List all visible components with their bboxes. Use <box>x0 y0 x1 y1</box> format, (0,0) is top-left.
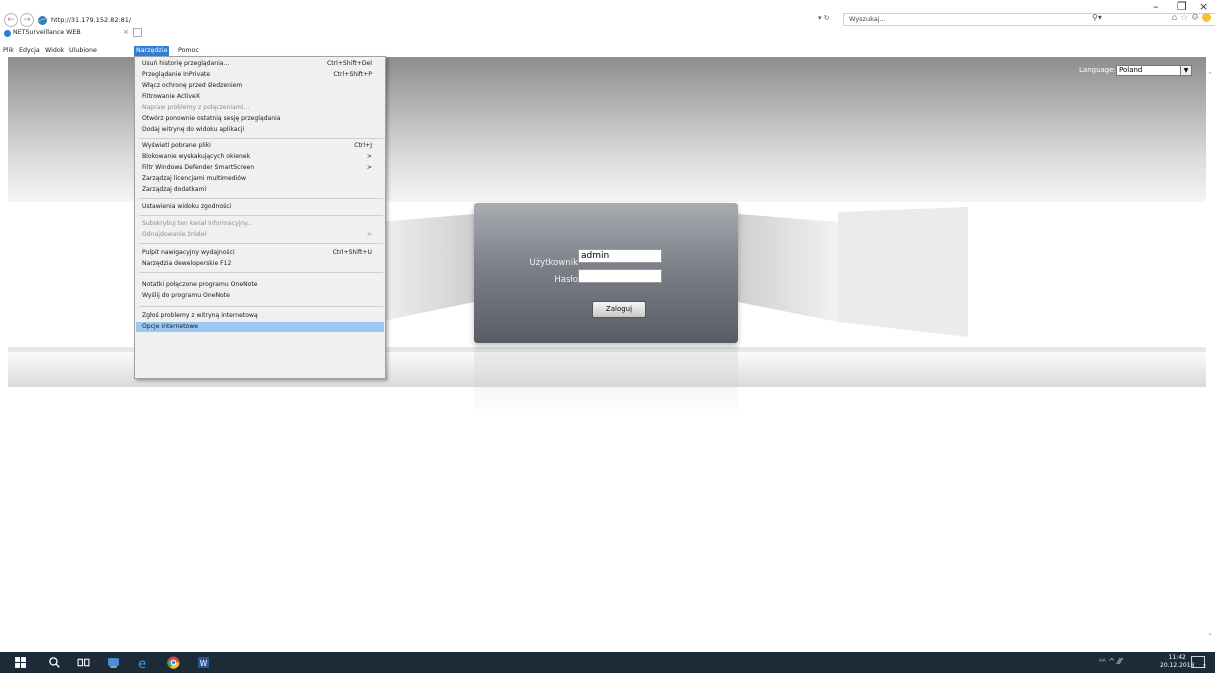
tab-netsurveillance[interactable]: NETSurveillance WEB <box>2 28 132 38</box>
menu-item-performance-dashboard[interactable]: Pulpit nawigacyjny wydajności Ctrl+Shift+… <box>136 248 384 258</box>
address-row: ← → http://31.179.152.82:81/ ▾ ↻ Wyszuka… <box>0 12 1215 28</box>
menu-item-report-website-problems[interactable]: Zgłoś problemy z witryną internetową <box>136 311 384 321</box>
tab-favicon-icon <box>4 30 11 37</box>
feedback-smiley-icon[interactable] <box>1202 13 1211 22</box>
internet-explorer-icon[interactable]: e <box>137 656 150 669</box>
taskbar: e W ᴬᴬ ^ ⁄⁄⁄ 11:42 20.12.2018 2 <box>0 652 1215 673</box>
menu-item-manage-addons[interactable]: Zarządzaj dodatkami <box>136 185 384 195</box>
login-panel-reflection <box>474 347 738 417</box>
username-label: Użytkownik <box>529 258 579 268</box>
scroll-up-icon[interactable]: ⌃ <box>1207 71 1213 79</box>
menu-item-add-to-apps[interactable]: Dodaj witrynę do widoku aplikacji <box>136 125 384 135</box>
scroll-down-icon[interactable]: ⌄ <box>1207 629 1213 637</box>
password-input[interactable] <box>578 269 662 283</box>
menu-separator <box>139 138 383 139</box>
clock-date: 20.12.2018 <box>1160 662 1195 669</box>
task-view-icon[interactable] <box>77 656 90 669</box>
menu-narzedzia[interactable]: Narzędzia <box>134 46 170 56</box>
svg-text:e: e <box>138 657 146 669</box>
login-panel: Użytkownik admin Hasło Zaloguj <box>474 203 738 343</box>
network-app-icon[interactable] <box>107 656 120 669</box>
home-star-gear-icons[interactable]: ⌂ ☆ ⚙ <box>1172 13 1200 23</box>
menu-item-media-licenses[interactable]: Zarządzaj licencjami multimediów <box>136 174 384 184</box>
menu-item-tracking-protection[interactable]: Włącz ochronę przed śledzeniem <box>136 81 384 91</box>
menu-widok[interactable]: Widok <box>45 46 64 56</box>
tab-close-icon[interactable]: × <box>123 28 129 36</box>
scrollbar[interactable]: ⌃ ⌄ <box>1206 57 1215 652</box>
menu-item-downloads[interactable]: Wyświetl pobrane pliki Ctrl+J <box>136 141 384 151</box>
svg-text:W: W <box>200 659 208 668</box>
login-button[interactable]: Zaloguj <box>592 301 646 318</box>
menu-item-popup-blocker[interactable]: Blokowanie wyskakujących okienek > <box>136 152 384 162</box>
menu-item-subscribe-feed: Subskrybuj ten kanał informacyjny... <box>142 220 253 227</box>
left-wall-shape <box>378 214 474 322</box>
menu-separator <box>139 272 383 273</box>
right-panel-shape <box>838 207 968 337</box>
password-label: Hasło <box>554 275 578 285</box>
username-input[interactable]: admin <box>578 249 662 263</box>
language-value: Poland <box>1119 66 1143 74</box>
address-bar[interactable]: http://31.179.152.82:81/ <box>38 14 838 26</box>
chrome-icon[interactable] <box>167 656 180 669</box>
language-select[interactable]: Poland ▼ <box>1116 65 1192 76</box>
menu-separator <box>139 198 383 199</box>
menu-item-internet-options[interactable]: Opcje internetowe <box>136 322 384 332</box>
menu-separator <box>139 306 383 307</box>
menu-item-f12-developer-tools[interactable]: Narzędzia deweloperskie F12 <box>136 259 384 269</box>
clock-time: 11:42 <box>1168 654 1186 661</box>
windows-start-icon[interactable] <box>14 656 27 669</box>
tab-strip: NETSurveillance WEB × <box>0 28 1215 38</box>
refresh-icon[interactable]: ▾ ↻ <box>818 14 830 22</box>
right-wall-shape <box>738 214 838 322</box>
new-tab-button[interactable] <box>133 28 142 37</box>
toolbar-icons: ⌂ ☆ ⚙ <box>1172 13 1211 23</box>
clock[interactable]: 11:42 20.12.2018 <box>1160 654 1194 670</box>
menu-item-compatibility-view[interactable]: Ustawienia widoku zgodności <box>136 202 384 212</box>
menu-item-onenote-linked-notes[interactable]: Notatki połączone programu OneNote <box>136 280 384 290</box>
tab-title: NETSurveillance WEB <box>13 29 81 36</box>
word-icon[interactable]: W <box>197 656 210 669</box>
search-icon[interactable]: ⚲▾ <box>1092 13 1102 22</box>
ie-logo-icon <box>38 15 47 25</box>
menu-item-send-to-onenote[interactable]: Wyślij do programu OneNote <box>136 291 384 301</box>
search-input[interactable]: Wyszukaj... <box>843 13 1215 26</box>
menu-item-feed-discovery: Odnajdowanie źródeł > <box>142 231 372 238</box>
back-arrow-icon[interactable]: ← <box>4 13 18 27</box>
menu-separator <box>139 243 383 244</box>
system-tray-icons[interactable]: ᴬᴬ ^ ⁄⁄⁄ <box>1099 657 1122 666</box>
forward-arrow-icon[interactable]: → <box>20 13 34 27</box>
notification-center-icon[interactable]: 2 <box>1191 656 1207 670</box>
menu-separator <box>139 215 383 216</box>
language-label: Language: <box>1079 66 1116 74</box>
menu-edycja[interactable]: Edycja <box>19 46 40 56</box>
menu-item-activex-filtering[interactable]: Filtrowanie ActiveX <box>136 92 384 102</box>
menu-item-smartscreen[interactable]: Filtr Windows Defender SmartScreen > <box>136 163 384 173</box>
address-url: http://31.179.152.82:81/ <box>51 16 132 24</box>
menu-ulubione[interactable]: Ulubione <box>69 46 97 56</box>
menu-plik[interactable]: Plik <box>3 46 14 56</box>
menu-item-reopen-session[interactable]: Otwórz ponownie ostatnią sesję przegląda… <box>136 114 384 124</box>
menu-item-inprivate[interactable]: Przeglądanie InPrivate Ctrl+Shift+P <box>136 70 384 80</box>
search-icon[interactable] <box>48 656 61 669</box>
notification-count: 2 <box>1202 664 1207 670</box>
menu-bar: Plik Edycja Widok Ulubione Narzędzia Pom… <box>0 46 1215 56</box>
tools-dropdown-menu: Usuń historię przeglądania... Ctrl+Shift+… <box>134 56 386 379</box>
chevron-down-icon[interactable]: ▼ <box>1180 66 1191 75</box>
menu-item-fix-connection: Napraw problemy z połączeniami... <box>142 104 250 111</box>
search-placeholder: Wyszukaj... <box>849 15 886 23</box>
menu-item-clear-history[interactable]: Usuń historię przeglądania... Ctrl+Shift+… <box>136 59 384 69</box>
menu-pomoc[interactable]: Pomoc <box>178 46 199 56</box>
